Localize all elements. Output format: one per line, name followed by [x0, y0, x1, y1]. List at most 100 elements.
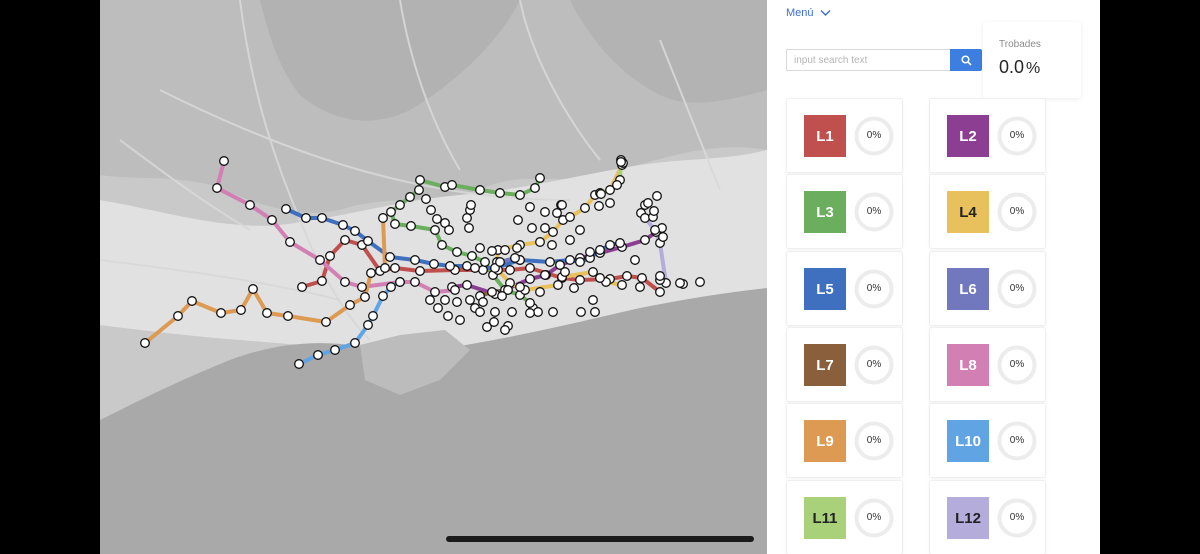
metro-station[interactable] — [437, 240, 447, 250]
metro-station[interactable] — [385, 252, 395, 262]
metro-station[interactable] — [497, 291, 507, 301]
metro-station[interactable] — [480, 257, 490, 267]
metro-station[interactable] — [444, 225, 454, 235]
metro-station[interactable] — [655, 271, 665, 281]
metro-station[interactable] — [475, 243, 485, 253]
metro-station[interactable] — [553, 280, 563, 290]
metro-station[interactable] — [513, 215, 523, 225]
metro-station[interactable] — [535, 237, 545, 247]
metro-station[interactable] — [588, 295, 598, 305]
metro-station[interactable] — [649, 206, 659, 216]
search-button[interactable] — [950, 49, 982, 71]
metro-station[interactable] — [547, 240, 557, 250]
metro-station[interactable] — [357, 282, 367, 292]
metro-station[interactable] — [605, 240, 615, 250]
metro-station[interactable] — [315, 255, 325, 265]
line-card[interactable]: L12 0% — [929, 480, 1046, 554]
line-card[interactable]: L9 0% — [786, 403, 903, 478]
metro-station[interactable] — [467, 251, 477, 261]
metro-station[interactable] — [569, 283, 579, 293]
metro-station[interactable] — [540, 207, 550, 217]
metro-station[interactable] — [637, 273, 647, 283]
metro-station[interactable] — [406, 221, 416, 231]
metro-station[interactable] — [340, 235, 350, 245]
metro-station[interactable] — [590, 307, 600, 317]
metro-station[interactable] — [285, 237, 295, 247]
line-card[interactable]: L4 0% — [929, 174, 1046, 249]
search-input[interactable] — [786, 49, 950, 71]
metro-station[interactable] — [588, 267, 598, 277]
metro-station[interactable] — [262, 308, 272, 318]
metro-station[interactable] — [552, 208, 562, 218]
metro-station[interactable] — [340, 277, 350, 287]
metro-station[interactable] — [219, 156, 229, 166]
metro-station[interactable] — [378, 291, 388, 301]
metro-station[interactable] — [281, 204, 291, 214]
metro-station[interactable] — [615, 238, 625, 248]
metro-station[interactable] — [635, 282, 645, 292]
metro-station[interactable] — [533, 307, 543, 317]
metro-station[interactable] — [360, 292, 370, 302]
metro-station[interactable] — [565, 212, 575, 222]
metro-station[interactable] — [410, 277, 420, 287]
metro-station[interactable] — [462, 213, 472, 223]
metro-station[interactable] — [440, 295, 450, 305]
metro-station[interactable] — [640, 235, 650, 245]
metro-station[interactable] — [395, 277, 405, 287]
line-card[interactable]: L1 0% — [786, 98, 903, 173]
metro-station[interactable] — [575, 275, 585, 285]
metro-station[interactable] — [432, 214, 442, 224]
metro-station[interactable] — [605, 198, 615, 208]
metro-station[interactable] — [507, 307, 517, 317]
metro-station[interactable] — [447, 180, 457, 190]
metro-station[interactable] — [470, 263, 480, 273]
metro-station[interactable] — [430, 287, 440, 297]
metro-station[interactable] — [429, 259, 439, 269]
metro-station[interactable] — [525, 202, 535, 212]
metro-station[interactable] — [515, 282, 525, 292]
metro-station[interactable] — [695, 277, 705, 287]
metro-station[interactable] — [390, 263, 400, 273]
line-card[interactable]: L3 0% — [786, 174, 903, 249]
metro-station[interactable] — [350, 226, 360, 236]
metro-station[interactable] — [430, 225, 440, 235]
metro-station[interactable] — [464, 223, 474, 233]
metro-station[interactable] — [512, 243, 522, 253]
metro-station[interactable] — [378, 213, 388, 223]
metro-station[interactable] — [465, 295, 475, 305]
metro-station[interactable] — [575, 257, 585, 267]
metro-station[interactable] — [317, 213, 327, 223]
metro-station[interactable] — [338, 220, 348, 230]
metro-station[interactable] — [487, 246, 497, 256]
metro-station[interactable] — [248, 284, 258, 294]
metro-station[interactable] — [395, 200, 405, 210]
metro-station[interactable] — [380, 263, 390, 273]
metro-station[interactable] — [540, 223, 550, 233]
metro-station[interactable] — [540, 270, 550, 280]
metro-station[interactable] — [495, 188, 505, 198]
metro-station[interactable] — [405, 192, 415, 202]
metro-station[interactable] — [236, 305, 246, 315]
metro-station[interactable] — [267, 215, 277, 225]
metro-station[interactable] — [301, 213, 311, 223]
metro-station[interactable] — [345, 300, 355, 310]
metro-station[interactable] — [212, 183, 222, 193]
metro-station[interactable] — [585, 247, 595, 257]
metro-station[interactable] — [595, 245, 605, 255]
metro-station[interactable] — [565, 235, 575, 245]
metro-station[interactable] — [565, 255, 575, 265]
metro-station[interactable] — [475, 185, 485, 195]
metro-station[interactable] — [478, 265, 488, 275]
line-card[interactable]: L2 0% — [929, 98, 1046, 173]
metro-station[interactable] — [452, 247, 462, 257]
metro-station[interactable] — [510, 253, 520, 263]
metro-station[interactable] — [410, 255, 420, 265]
metro-station[interactable] — [414, 185, 424, 195]
metro-station[interactable] — [386, 282, 396, 292]
metro-station[interactable] — [487, 287, 497, 297]
menu-button[interactable]: Menú — [786, 7, 831, 19]
metro-station[interactable] — [445, 261, 455, 271]
metro-station[interactable] — [294, 359, 304, 369]
metro-station[interactable] — [283, 311, 293, 321]
metro-station[interactable] — [325, 251, 335, 261]
